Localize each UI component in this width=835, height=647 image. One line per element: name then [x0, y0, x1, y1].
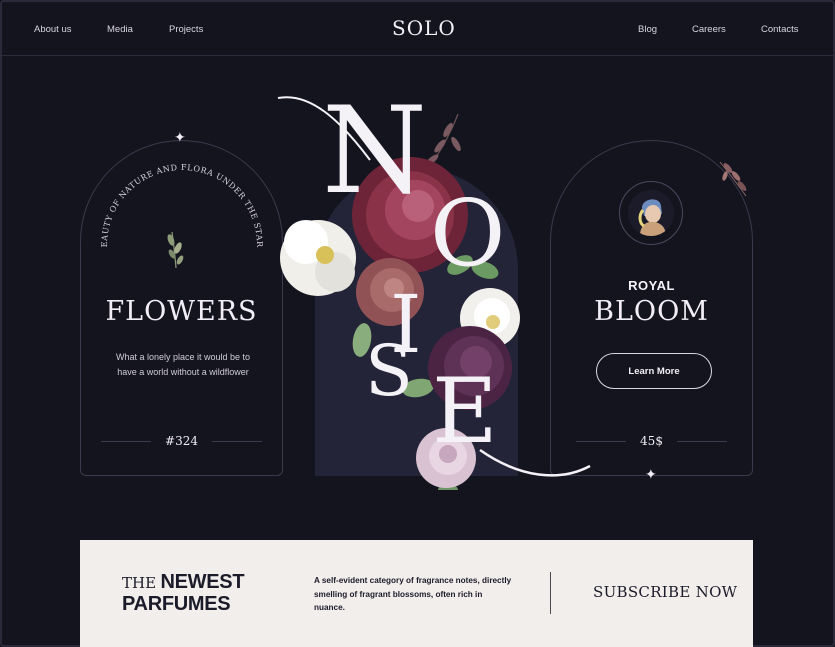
flowers-description: What a lonely place it would be to have …	[115, 352, 251, 377]
noise-letter-e: E	[432, 359, 498, 464]
leaf-sprig-icon	[719, 161, 747, 197]
flowers-number-row: #324	[100, 434, 263, 448]
divider-line	[676, 440, 727, 442]
nav-media[interactable]: Media	[107, 24, 133, 35]
bloom-price: 45$	[640, 434, 663, 448]
divider-line	[211, 440, 262, 442]
avatar-portrait	[628, 190, 674, 236]
flowers-title: FLOWERS	[105, 296, 258, 327]
headline-parfumes: PARFUMES	[122, 593, 231, 615]
nav-contacts[interactable]: Contacts	[761, 24, 799, 35]
flowers-number: #324	[165, 434, 198, 448]
sparkle-icon: ✦	[645, 466, 657, 482]
top-navigation: About us Media Projects SOLO Blog Career…	[2, 2, 833, 56]
headline-newest: NEWEST	[160, 571, 245, 593]
subscribe-now-link[interactable]: SUBSCRIBE NOW	[593, 583, 737, 601]
noise-floral-artwork: N O I S E	[277, 90, 591, 490]
banner-headline: THE NEWEST PARFUMES	[122, 571, 245, 615]
noise-letter-n: N	[322, 90, 427, 221]
sparkle-icon: ✦	[174, 129, 186, 145]
avatar	[619, 181, 683, 245]
white-flower-left	[280, 220, 356, 296]
nav-careers[interactable]: Careers	[692, 24, 726, 35]
banner-divider	[550, 572, 551, 614]
divider-line	[101, 440, 152, 442]
nav-blog[interactable]: Blog	[638, 24, 657, 35]
learn-more-button[interactable]: Learn More	[596, 353, 712, 389]
nav-about-us[interactable]: About us	[34, 24, 72, 35]
headline-the: THE	[122, 574, 157, 592]
noise-letter-s: S	[365, 330, 413, 412]
site-logo[interactable]: SOLO	[392, 16, 456, 40]
nav-projects[interactable]: Projects	[169, 24, 203, 35]
noise-letter-o: O	[430, 180, 505, 287]
branch-icon	[167, 231, 184, 269]
banner-description: A self-evident category of fragrance not…	[314, 576, 512, 612]
